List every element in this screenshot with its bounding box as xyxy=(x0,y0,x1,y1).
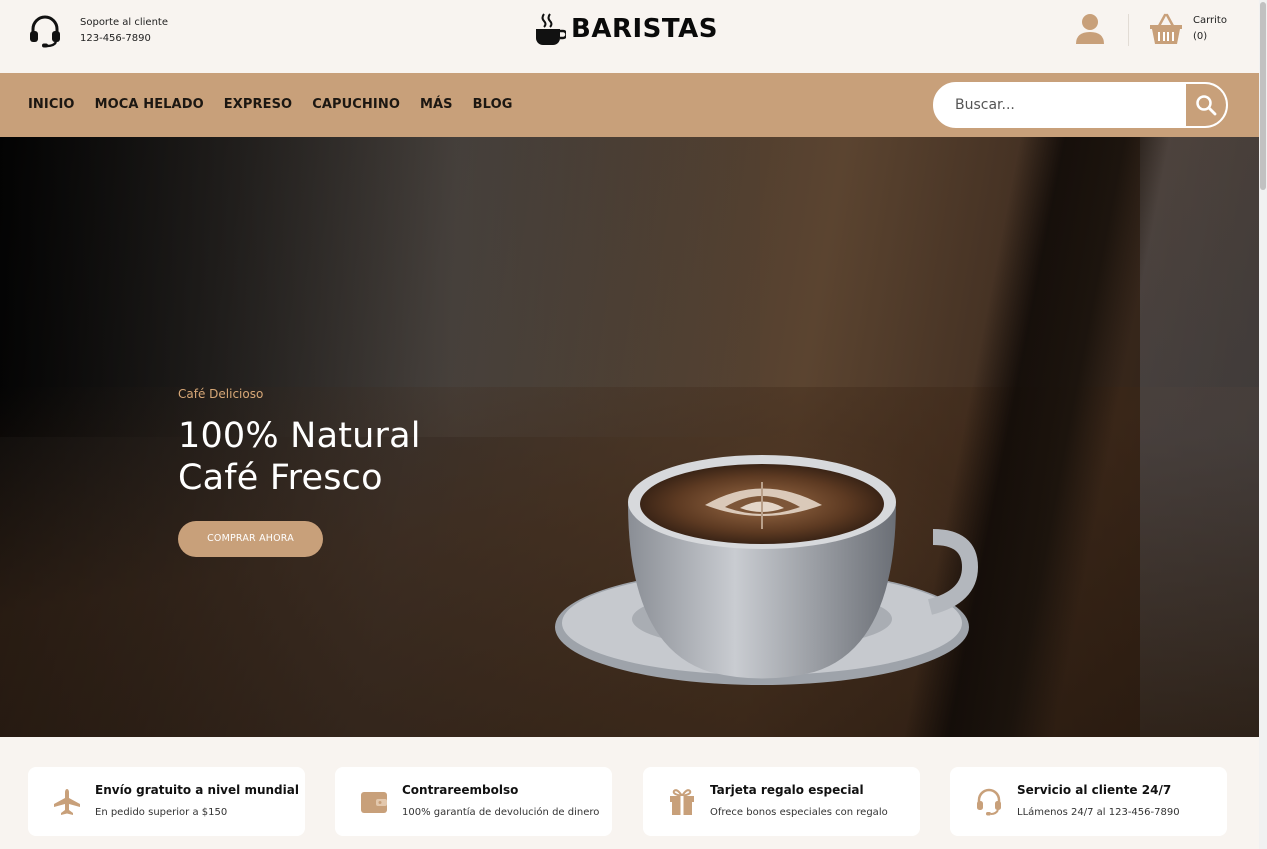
shop-now-button[interactable]: COMPRAR AHORA xyxy=(178,521,323,557)
scrollbar-thumb[interactable] xyxy=(1260,2,1266,190)
nav-item-inicio[interactable]: INICIO xyxy=(28,97,75,112)
feature-title: Contrareembolso xyxy=(402,783,519,797)
basket-icon xyxy=(1150,13,1182,44)
feature-subtitle: En pedido superior a $150 xyxy=(95,807,228,818)
headset-icon xyxy=(977,788,1001,816)
feature-card-gift: Tarjeta regalo especial Ofrece bonos esp… xyxy=(643,767,920,836)
header-divider xyxy=(1128,14,1129,46)
headset-icon xyxy=(30,15,60,48)
nav-item-moca-helado[interactable]: MOCA HELADO xyxy=(95,97,204,112)
search-input[interactable] xyxy=(955,96,1175,114)
cart-button[interactable]: Carrito (0) xyxy=(1149,12,1227,46)
feature-title: Servicio al cliente 24/7 xyxy=(1017,783,1172,797)
features-strip: Envío gratuito a nivel mundial En pedido… xyxy=(0,737,1259,849)
hero-content: Café Delicioso 100% Natural Café Fresco … xyxy=(178,387,421,557)
search-icon xyxy=(1196,95,1217,116)
main-navigation: INICIO MOCA HELADO EXPRESO CAPUCHINO MÁS… xyxy=(0,73,1259,137)
cart-label: Carrito xyxy=(1193,15,1227,26)
hero-title-line-1: 100% Natural xyxy=(178,416,421,456)
nav-item-mas[interactable]: MÁS xyxy=(420,97,453,112)
search-box xyxy=(933,82,1228,128)
feature-subtitle: LLámenos 24/7 al 123-456-7890 xyxy=(1017,807,1180,818)
feature-subtitle: 100% garantía de devolución de dinero xyxy=(402,807,600,818)
top-header: Soporte al cliente 123-456-7890 BARISTAS… xyxy=(0,0,1259,73)
feature-card-support: Servicio al cliente 24/7 LLámenos 24/7 a… xyxy=(950,767,1227,836)
feature-title: Envío gratuito a nivel mundial xyxy=(95,783,299,797)
feature-card-shipping: Envío gratuito a nivel mundial En pedido… xyxy=(28,767,305,836)
feature-card-cod: Contrareembolso 100% garantía de devoluc… xyxy=(335,767,612,836)
nav-links: INICIO MOCA HELADO EXPRESO CAPUCHINO MÁS… xyxy=(28,97,533,112)
feature-subtitle: Ofrece bonos especiales con regalo xyxy=(710,807,888,818)
nav-item-capuchino[interactable]: CAPUCHINO xyxy=(312,97,400,112)
brand-name: BARISTAS xyxy=(571,14,718,44)
coffee-cup-icon xyxy=(536,13,566,45)
hero-title-line-2: Café Fresco xyxy=(178,458,383,498)
user-account-icon[interactable] xyxy=(1075,13,1105,45)
plane-icon xyxy=(54,789,80,815)
support-label: Soporte al cliente xyxy=(80,17,168,28)
nav-item-expreso[interactable]: EXPRESO xyxy=(224,97,292,112)
cart-count: (0) xyxy=(1193,31,1208,42)
hero-title: 100% Natural Café Fresco xyxy=(178,415,421,499)
wallet-icon xyxy=(361,792,387,813)
brand-logo[interactable]: BARISTAS xyxy=(534,12,718,46)
feature-title: Tarjeta regalo especial xyxy=(710,783,864,797)
nav-item-blog[interactable]: BLOG xyxy=(473,97,513,112)
coffee-cup-image xyxy=(555,455,979,685)
customer-support[interactable]: Soporte al cliente 123-456-7890 xyxy=(27,13,168,49)
hero-banner: Café Delicioso 100% Natural Café Fresco … xyxy=(0,137,1259,737)
support-phone[interactable]: 123-456-7890 xyxy=(80,31,168,47)
page-scrollbar[interactable] xyxy=(1259,0,1267,849)
gift-icon xyxy=(670,789,694,815)
hero-background-window xyxy=(1140,137,1259,737)
hero-kicker: Café Delicioso xyxy=(178,387,264,401)
search-button[interactable] xyxy=(1186,84,1226,126)
